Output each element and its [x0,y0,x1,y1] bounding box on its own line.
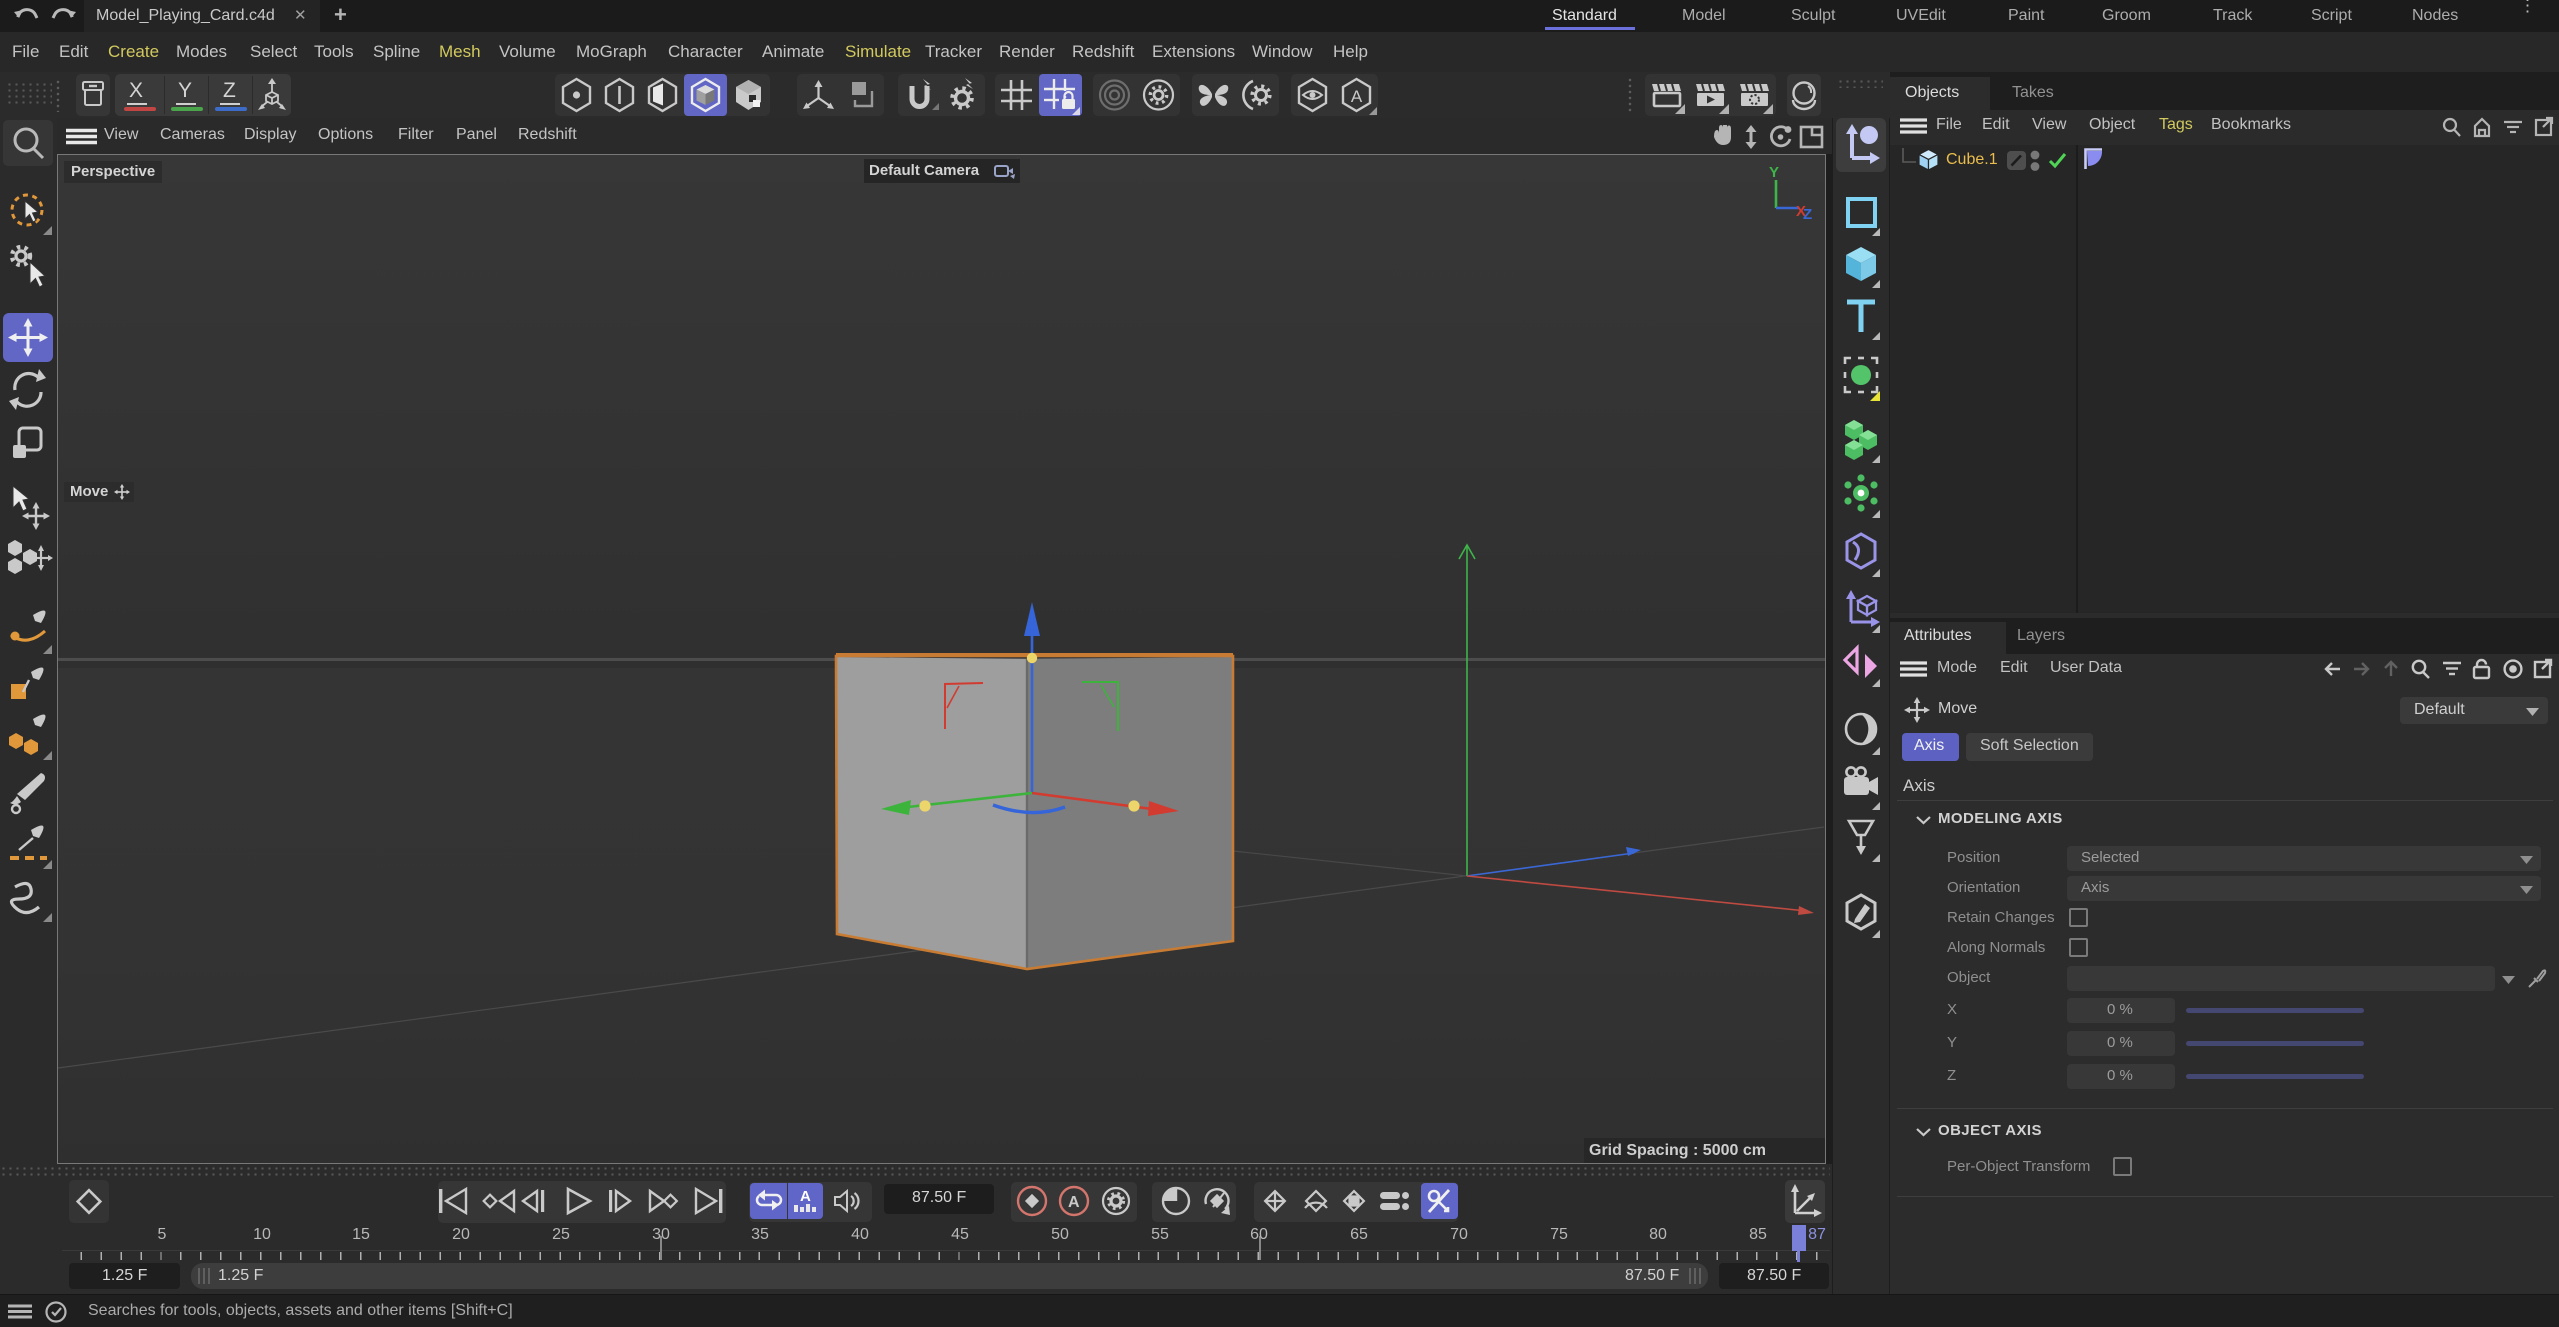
svg-text:A: A [800,1188,811,1205]
svg-text:Y: Y [1769,164,1779,181]
svg-text:Z: Z [1803,206,1812,223]
svg-text:A: A [1068,1194,1080,1211]
svg-text:A: A [1351,87,1363,106]
